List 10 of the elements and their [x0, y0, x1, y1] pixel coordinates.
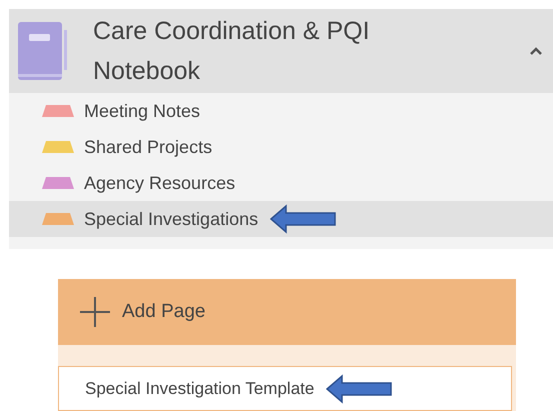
- notebook-title: Care Coordination & PQI Notebook: [93, 16, 371, 87]
- plus-icon: [80, 297, 110, 327]
- add-page-button[interactable]: Add Page: [58, 279, 516, 345]
- page-item[interactable]: Special Investigation Template: [58, 366, 512, 411]
- collapse-chevron-icon[interactable]: [529, 46, 543, 56]
- notebook-icon: [18, 22, 68, 80]
- notebook-header[interactable]: Care Coordination & PQI Notebook: [9, 9, 553, 93]
- pointer-arrow-icon: [326, 374, 392, 404]
- section-tab[interactable]: Special Investigations: [9, 201, 553, 237]
- pointer-arrow-icon: [270, 204, 336, 234]
